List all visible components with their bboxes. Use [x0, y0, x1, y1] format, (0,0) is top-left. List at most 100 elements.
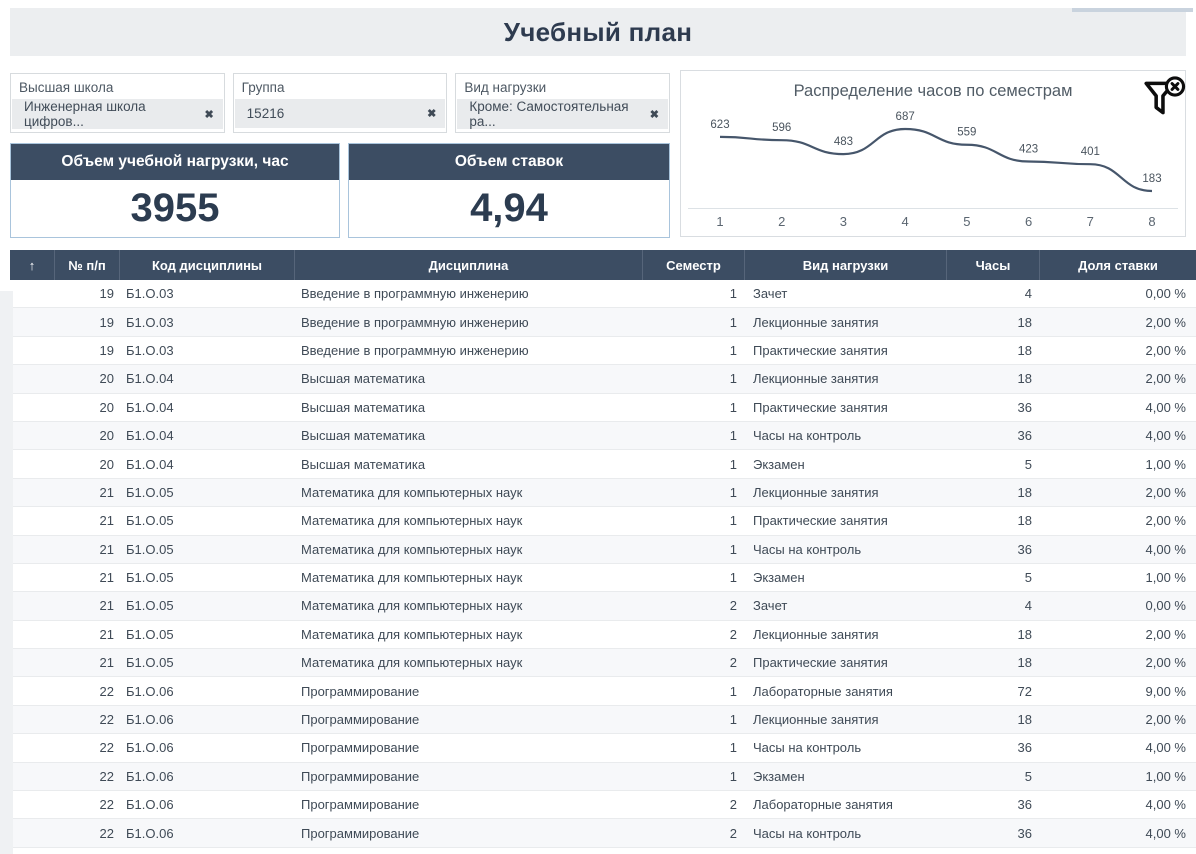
cell-code: Б1.О.06 — [120, 819, 295, 847]
cell-discipline: Высшая математика — [295, 365, 643, 393]
table-row[interactable]: 21 Б1.О.05 Математика для компьютерных н… — [10, 649, 1196, 677]
cell-discipline: Высшая математика — [295, 394, 643, 422]
top-edge-strip — [1072, 8, 1193, 12]
filter-group[interactable]: Группа 15216 ✖ — [233, 73, 448, 133]
table-row[interactable]: 21 Б1.О.05 Математика для компьютерных н… — [10, 621, 1196, 649]
cell-spacer — [10, 564, 55, 592]
title-band: Учебный план — [10, 8, 1186, 56]
cell-code: Б1.О.05 — [120, 621, 295, 649]
filter-group-value[interactable]: 15216 ✖ — [235, 99, 446, 128]
table-row[interactable]: 22 Б1.О.06 Программирование 2 Часы на ко… — [10, 819, 1196, 847]
cell-discipline: Программирование — [295, 819, 643, 847]
column-header-semester[interactable]: Семестр — [643, 250, 745, 280]
cell-num: 21 — [55, 592, 120, 620]
cell-rate-share: 2,00 % — [1040, 308, 1196, 336]
filter-school-value[interactable]: Инженерная школа цифров... ✖ — [12, 99, 223, 129]
cell-load-type: Экзамен — [745, 763, 947, 791]
kpi-title: Объем учебной нагрузки, час — [11, 144, 339, 180]
column-header-hours[interactable]: Часы — [947, 250, 1040, 280]
table-row[interactable]: 21 Б1.О.05 Математика для компьютерных н… — [10, 592, 1196, 620]
cell-spacer — [10, 791, 55, 819]
cell-code: Б1.О.05 — [120, 507, 295, 535]
filter-school[interactable]: Высшая школа Инженерная школа цифров... … — [10, 73, 225, 133]
cell-code: Б1.О.05 — [120, 592, 295, 620]
cell-semester: 1 — [643, 564, 745, 592]
table-row[interactable]: 20 Б1.О.04 Высшая математика 1 Часы на к… — [10, 422, 1196, 450]
cell-semester: 1 — [643, 450, 745, 478]
clear-chart-filter-button[interactable] — [1140, 75, 1188, 123]
table-row[interactable]: 21 Б1.О.05 Математика для компьютерных н… — [10, 507, 1196, 535]
column-header-discipline[interactable]: Дисциплина — [295, 250, 643, 280]
column-header-load-type[interactable]: Вид нагрузки — [745, 250, 947, 280]
sort-column-header[interactable]: ↑ — [10, 250, 55, 280]
column-header-rate-share[interactable]: Доля ставки — [1040, 250, 1196, 280]
table-row[interactable]: 19 Б1.О.03 Введение в программную инжене… — [10, 337, 1196, 365]
cell-spacer — [10, 819, 55, 847]
cell-num: 21 — [55, 621, 120, 649]
cell-discipline: Математика для компьютерных наук — [295, 507, 643, 535]
cell-hours: 36 — [947, 734, 1040, 762]
table-row[interactable]: 22 Б1.О.06 Программирование 1 Экзамен 5 … — [10, 763, 1196, 791]
table-row[interactable]: 22 Б1.О.06 Программирование 1 Лабораторн… — [10, 677, 1196, 705]
cell-load-type: Лекционные занятия — [745, 308, 947, 336]
table-row[interactable]: 21 Б1.О.05 Математика для компьютерных н… — [10, 564, 1196, 592]
semester-hours-line-chart[interactable]: 62359648368755942340118312345678 — [686, 103, 1180, 231]
svg-text:596: 596 — [772, 122, 791, 134]
column-header-code[interactable]: Код дисциплины — [120, 250, 295, 280]
cell-load-type: Практические занятия — [745, 649, 947, 677]
cell-semester: 1 — [643, 394, 745, 422]
cell-code: Б1.О.06 — [120, 706, 295, 734]
cell-rate-share: 4,00 % — [1040, 422, 1196, 450]
cell-spacer — [10, 479, 55, 507]
table-row[interactable]: 20 Б1.О.04 Высшая математика 1 Лекционны… — [10, 365, 1196, 393]
table-row[interactable]: 22 Б1.О.06 Программирование 1 Лекционные… — [10, 706, 1196, 734]
table-row[interactable]: 19 Б1.О.03 Введение в программную инжене… — [10, 308, 1196, 336]
table-row[interactable]: 20 Б1.О.04 Высшая математика 1 Экзамен 5… — [10, 450, 1196, 478]
cell-num: 22 — [55, 791, 120, 819]
cell-spacer — [10, 649, 55, 677]
clear-filter-icon[interactable]: ✖ — [204, 108, 213, 121]
table-row[interactable]: 20 Б1.О.04 Высшая математика 1 Практичес… — [10, 394, 1196, 422]
svg-text:1: 1 — [716, 214, 723, 229]
cell-discipline: Математика для компьютерных наук — [295, 479, 643, 507]
kpi-value: 4,94 — [349, 180, 669, 237]
table-row[interactable]: 21 Б1.О.05 Математика для компьютерных н… — [10, 536, 1196, 564]
kpi-title: Объем ставок — [349, 144, 669, 180]
cell-rate-share: 0,00 % — [1040, 592, 1196, 620]
cell-num: 21 — [55, 564, 120, 592]
cell-hours: 36 — [947, 536, 1040, 564]
clear-filter-icon[interactable]: ✖ — [427, 107, 436, 120]
svg-text:7: 7 — [1087, 214, 1094, 229]
table-row[interactable]: 21 Б1.О.05 Математика для компьютерных н… — [10, 479, 1196, 507]
svg-text:401: 401 — [1081, 146, 1100, 158]
svg-text:623: 623 — [710, 119, 729, 131]
cell-discipline: Математика для компьютерных наук — [295, 621, 643, 649]
filter-load-type[interactable]: Вид нагрузки Кроме: Самостоятельная ра..… — [455, 73, 670, 133]
cell-rate-share: 2,00 % — [1040, 706, 1196, 734]
cell-semester: 2 — [643, 649, 745, 677]
cell-code: Б1.О.04 — [120, 394, 295, 422]
cell-num: 19 — [55, 308, 120, 336]
filter-load-type-value[interactable]: Кроме: Самостоятельная ра... ✖ — [457, 99, 668, 129]
cell-rate-share: 4,00 % — [1040, 734, 1196, 762]
cell-rate-share: 2,00 % — [1040, 337, 1196, 365]
table-row[interactable]: 19 Б1.О.03 Введение в программную инжене… — [10, 280, 1196, 308]
clear-filter-icon[interactable]: ✖ — [650, 108, 659, 121]
cell-discipline: Программирование — [295, 734, 643, 762]
column-header-num[interactable]: № п/п — [55, 250, 120, 280]
cell-semester: 1 — [643, 507, 745, 535]
cell-hours: 18 — [947, 621, 1040, 649]
table-row[interactable]: 22 Б1.О.06 Программирование 1 Часы на ко… — [10, 734, 1196, 762]
table-row[interactable]: 22 Б1.О.06 Программирование 2 Лабораторн… — [10, 791, 1196, 819]
cell-discipline: Математика для компьютерных наук — [295, 536, 643, 564]
cell-hours: 18 — [947, 649, 1040, 677]
cell-spacer — [10, 536, 55, 564]
cell-semester: 1 — [643, 734, 745, 762]
sort-ascending-icon: ↑ — [29, 258, 36, 273]
cell-load-type: Экзамен — [745, 564, 947, 592]
table-left-gutter — [0, 291, 13, 854]
curriculum-table: ↑ № п/п Код дисциплины Дисциплина Семест… — [10, 250, 1196, 848]
svg-text:4: 4 — [902, 214, 909, 229]
cell-code: Б1.О.03 — [120, 308, 295, 336]
filter-school-selected: Инженерная школа цифров... — [24, 99, 204, 129]
